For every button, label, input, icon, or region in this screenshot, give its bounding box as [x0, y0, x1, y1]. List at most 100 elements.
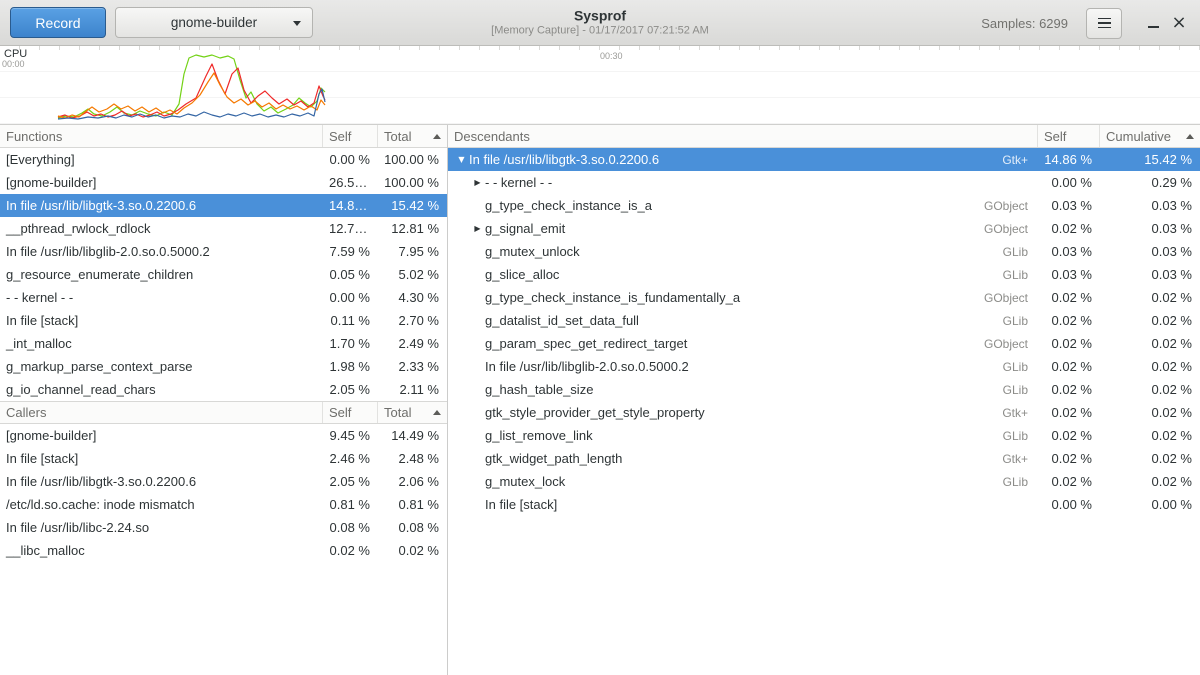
- sort-indicator-icon: [433, 134, 441, 139]
- column-header-total[interactable]: Total: [378, 402, 447, 423]
- tree-row[interactable]: ▶g_signal_emitGObject0.02 %0.03 %: [448, 217, 1200, 240]
- process-selector-dropdown[interactable]: gnome-builder: [115, 7, 313, 38]
- library-tag: GLib: [1003, 475, 1038, 489]
- self-percent-cell: 14.86 %: [1038, 152, 1100, 167]
- library-tag: Gtk+: [1002, 452, 1038, 466]
- column-header-descendants[interactable]: Descendants: [448, 125, 1038, 147]
- self-percent-cell: 1.70 %: [323, 336, 378, 351]
- column-header-self[interactable]: Self: [323, 125, 378, 147]
- tree-row[interactable]: ▼In file /usr/lib/libgtk-3.so.0.2200.6Gt…: [448, 148, 1200, 171]
- tree-row[interactable]: g_hash_table_sizeGLib0.02 %0.02 %: [448, 378, 1200, 401]
- table-row[interactable]: In file /usr/lib/libc-2.24.so0.08 %0.08 …: [0, 516, 447, 539]
- minimize-icon: [1148, 26, 1159, 28]
- tree-row[interactable]: In file [stack]0.00 %0.00 %: [448, 493, 1200, 516]
- headerbar-right-cluster: Samples: 6299 ×: [981, 0, 1192, 46]
- descendants-table-header: Descendants Self Cumulative: [448, 125, 1200, 148]
- table-row[interactable]: __libc_malloc0.02 %0.02 %: [0, 539, 447, 562]
- column-header-cumulative[interactable]: Cumulative: [1100, 125, 1200, 147]
- self-percent-cell: 2.05 %: [323, 474, 378, 489]
- function-name-cell: __libc_malloc: [0, 543, 323, 558]
- tree-row[interactable]: ▶- - kernel - -0.00 %0.29 %: [448, 171, 1200, 194]
- cumulative-percent-cell: 0.02 %: [1100, 474, 1200, 489]
- total-percent-cell: 100.00 %: [378, 152, 447, 167]
- function-name-cell: /etc/ld.so.cache: inode mismatch: [0, 497, 323, 512]
- cumulative-percent-cell: 0.03 %: [1100, 198, 1200, 213]
- self-percent-cell: 1.98 %: [323, 359, 378, 374]
- library-tag: GLib: [1003, 429, 1038, 443]
- total-percent-cell: 4.30 %: [378, 290, 447, 305]
- descendants-table-body: ▼In file /usr/lib/libgtk-3.so.0.2200.6Gt…: [448, 148, 1200, 516]
- library-tag: GLib: [1003, 268, 1038, 282]
- table-row[interactable]: __pthread_rwlock_rdlock12.75 %12.81 %: [0, 217, 447, 240]
- table-row[interactable]: g_io_channel_read_chars2.05 %2.11 %: [0, 378, 447, 401]
- cpu-orange-line: [58, 73, 325, 118]
- cpu-timeline-graph[interactable]: CPU 00:00 00:30: [0, 46, 1200, 125]
- column-header-self[interactable]: Self: [323, 402, 378, 423]
- total-percent-cell: 12.81 %: [378, 221, 447, 236]
- sort-indicator-icon: [1186, 134, 1194, 139]
- function-name-cell: g_mutex_lock: [485, 474, 1003, 489]
- tree-row[interactable]: g_list_remove_linkGLib0.02 %0.02 %: [448, 424, 1200, 447]
- tree-row[interactable]: g_type_check_instance_is_aGObject0.03 %0…: [448, 194, 1200, 217]
- table-row[interactable]: In file [stack]2.46 %2.48 %: [0, 447, 447, 470]
- tree-row[interactable]: g_slice_allocGLib0.03 %0.03 %: [448, 263, 1200, 286]
- tree-row[interactable]: g_mutex_lockGLib0.02 %0.02 %: [448, 470, 1200, 493]
- self-percent-cell: 0.11 %: [323, 313, 378, 328]
- table-row[interactable]: _int_malloc1.70 %2.49 %: [0, 332, 447, 355]
- expander-icon[interactable]: ▼: [454, 148, 469, 171]
- time-tick-start: 00:00: [2, 59, 25, 69]
- table-row[interactable]: [gnome-builder]9.45 %14.49 %: [0, 424, 447, 447]
- table-row[interactable]: In file /usr/lib/libgtk-3.so.0.2200.62.0…: [0, 470, 447, 493]
- self-percent-cell: 0.05 %: [323, 267, 378, 282]
- table-row[interactable]: /etc/ld.so.cache: inode mismatch0.81 %0.…: [0, 493, 447, 516]
- tree-row[interactable]: gtk_widget_path_lengthGtk+0.02 %0.02 %: [448, 447, 1200, 470]
- total-percent-cell: 2.70 %: [378, 313, 447, 328]
- function-name-cell: g_io_channel_read_chars: [0, 382, 323, 397]
- column-header-self[interactable]: Self: [1038, 125, 1100, 147]
- tree-row[interactable]: In file /usr/lib/libglib-2.0.so.0.5000.2…: [448, 355, 1200, 378]
- record-button[interactable]: Record: [10, 7, 106, 38]
- table-row[interactable]: g_markup_parse_context_parse1.98 %2.33 %: [0, 355, 447, 378]
- library-tag: Gtk+: [1002, 153, 1038, 167]
- tree-row[interactable]: g_mutex_unlockGLib0.03 %0.03 %: [448, 240, 1200, 263]
- function-name-cell: In file [stack]: [485, 497, 1028, 512]
- expander-icon[interactable]: ▶: [470, 217, 485, 240]
- close-button[interactable]: ×: [1166, 8, 1192, 39]
- menu-button[interactable]: [1086, 8, 1122, 39]
- page-subtitle: [Memory Capture] - 01/17/2017 07:21:52 A…: [491, 24, 709, 38]
- column-header-functions[interactable]: Functions: [0, 125, 323, 147]
- table-row[interactable]: In file [stack]0.11 %2.70 %: [0, 309, 447, 332]
- tree-row[interactable]: g_datalist_id_set_data_fullGLib0.02 %0.0…: [448, 309, 1200, 332]
- time-tick-mid: 00:30: [600, 51, 623, 61]
- main-content: Functions Self Total [Everything]0.00 %1…: [0, 125, 1200, 675]
- total-percent-cell: 0.08 %: [378, 520, 447, 535]
- total-percent-cell: 2.49 %: [378, 336, 447, 351]
- minimize-button[interactable]: [1140, 8, 1166, 39]
- cpu-green-line: [58, 55, 325, 118]
- table-row[interactable]: g_resource_enumerate_children0.05 %5.02 …: [0, 263, 447, 286]
- right-pane: Descendants Self Cumulative ▼In file /us…: [448, 125, 1200, 675]
- table-row[interactable]: In file /usr/lib/libgtk-3.so.0.2200.614.…: [0, 194, 447, 217]
- tree-row[interactable]: gtk_style_provider_get_style_propertyGtk…: [448, 401, 1200, 424]
- table-row[interactable]: - - kernel - -0.00 %4.30 %: [0, 286, 447, 309]
- function-name-cell: _int_malloc: [0, 336, 323, 351]
- self-percent-cell: 0.02 %: [1038, 359, 1100, 374]
- function-name-cell: In file [stack]: [0, 313, 323, 328]
- total-percent-cell: 2.11 %: [378, 382, 447, 397]
- tree-row[interactable]: g_type_check_instance_is_fundamentally_a…: [448, 286, 1200, 309]
- expander-icon[interactable]: ▶: [470, 171, 485, 194]
- cumulative-percent-cell: 0.02 %: [1100, 359, 1200, 374]
- left-pane: Functions Self Total [Everything]0.00 %1…: [0, 125, 448, 675]
- self-percent-cell: 2.05 %: [323, 382, 378, 397]
- table-row[interactable]: [gnome-builder]26.51 %100.00 %: [0, 171, 447, 194]
- hamburger-icon: [1098, 18, 1111, 29]
- callers-table-header: Callers Self Total: [0, 401, 447, 424]
- self-percent-cell: 26.51 %: [323, 175, 378, 190]
- table-row[interactable]: In file /usr/lib/libglib-2.0.so.0.5000.2…: [0, 240, 447, 263]
- total-percent-cell: 15.42 %: [378, 198, 447, 213]
- column-header-callers[interactable]: Callers: [0, 402, 323, 423]
- table-row[interactable]: [Everything]0.00 %100.00 %: [0, 148, 447, 171]
- total-percent-cell: 2.48 %: [378, 451, 447, 466]
- tree-row[interactable]: g_param_spec_get_redirect_targetGObject0…: [448, 332, 1200, 355]
- column-header-total[interactable]: Total: [378, 125, 447, 147]
